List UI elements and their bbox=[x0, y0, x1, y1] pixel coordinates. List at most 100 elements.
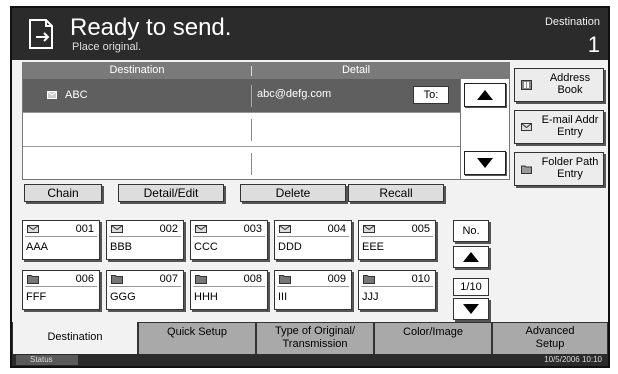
status-title: Ready to send. bbox=[70, 14, 232, 41]
one-touch-number: 001 bbox=[75, 223, 94, 235]
list-scroll-column bbox=[460, 79, 509, 179]
one-touch-divider bbox=[25, 236, 97, 237]
one-touch-name: III bbox=[278, 291, 288, 303]
folder-icon bbox=[195, 275, 207, 284]
one-touch-divider bbox=[25, 286, 97, 287]
row-detail: abc@defg.com bbox=[257, 88, 332, 100]
one-touch-name: GGG bbox=[110, 291, 136, 303]
one-touch-key[interactable]: 010 JJJ bbox=[358, 270, 436, 310]
tab-color-image[interactable]: Color/Image bbox=[374, 322, 492, 355]
one-touch-key[interactable]: 003 CCC bbox=[190, 220, 268, 260]
one-touch-divider bbox=[361, 286, 433, 287]
tab-advanced-line1: Advanced bbox=[525, 325, 575, 337]
one-touch-divider bbox=[361, 236, 433, 237]
one-touch-number: 003 bbox=[243, 223, 262, 235]
one-touch-key[interactable]: 007 GGG bbox=[106, 270, 184, 310]
list-scroll-up-button[interactable] bbox=[464, 83, 506, 107]
folder-icon bbox=[111, 275, 123, 284]
one-touch-name: EEE bbox=[362, 241, 385, 253]
one-touch-divider bbox=[109, 286, 181, 287]
address-book-button[interactable]: Address Book bbox=[514, 68, 604, 102]
one-touch-key[interactable]: 001 AAA bbox=[22, 220, 100, 260]
email-entry-label: E-mail Addr Entry bbox=[541, 114, 599, 138]
detail-edit-button[interactable]: Detail/Edit bbox=[118, 184, 224, 202]
destination-count: 1 bbox=[587, 32, 600, 57]
one-touch-number: 008 bbox=[243, 273, 262, 285]
one-touch-divider bbox=[109, 236, 181, 237]
recall-button[interactable]: Recall bbox=[348, 184, 444, 202]
one-touch-name: CCC bbox=[194, 241, 218, 253]
panel-screen: Ready to send. Place original. Destinati… bbox=[10, 6, 610, 368]
tab-type-line1: Type of Original/ bbox=[274, 325, 356, 337]
one-touch-divider bbox=[193, 286, 265, 287]
tab-advanced-line2: Setup bbox=[535, 338, 565, 350]
address-book-icon bbox=[521, 80, 532, 90]
delete-button[interactable]: Delete bbox=[240, 184, 346, 202]
header-bar: Ready to send. Place original. Destinati… bbox=[12, 8, 608, 60]
email-icon bbox=[521, 123, 532, 131]
date-time: 10/5/2006 10:10 bbox=[544, 355, 602, 364]
tab-quick-setup[interactable]: Quick Setup bbox=[138, 322, 256, 355]
down-arrow-icon bbox=[463, 304, 479, 314]
list-row[interactable] bbox=[23, 147, 460, 181]
one-touch-number: 007 bbox=[159, 273, 178, 285]
tab-advanced-setup[interactable]: Advanced Setup bbox=[492, 322, 608, 355]
address-book-label: Address Book bbox=[549, 72, 591, 96]
one-touch-key[interactable]: 005 EEE bbox=[358, 220, 436, 260]
destination-list: Destination Detail ABC abc@defg.com To: bbox=[22, 62, 510, 180]
one-touch-number: 004 bbox=[327, 223, 346, 235]
tab-type-of-original[interactable]: Type of Original/ Transmission bbox=[256, 322, 374, 355]
one-touch-name: HHH bbox=[194, 291, 218, 303]
folder-icon bbox=[279, 275, 291, 284]
tab-destination-label: Destination bbox=[47, 331, 103, 343]
column-detail: Detail bbox=[341, 64, 371, 76]
one-touch-key[interactable]: 006 FFF bbox=[22, 270, 100, 310]
number-button[interactable]: No. bbox=[453, 220, 489, 242]
down-arrow-icon bbox=[477, 158, 493, 168]
one-touch-number: 009 bbox=[327, 273, 346, 285]
tab-destination[interactable]: Destination bbox=[12, 322, 138, 356]
list-scroll-down-button[interactable] bbox=[464, 151, 506, 175]
page-up-button[interactable] bbox=[453, 246, 489, 268]
one-touch-key[interactable]: 002 BBB bbox=[106, 220, 184, 260]
email-icon bbox=[27, 225, 39, 233]
one-touch-divider bbox=[193, 236, 265, 237]
one-touch-key[interactable]: 008 HHH bbox=[190, 270, 268, 310]
one-touch-name: FFF bbox=[26, 291, 47, 303]
one-touch-name: BBB bbox=[110, 241, 133, 253]
email-icon bbox=[279, 225, 291, 233]
status-button[interactable]: Status bbox=[16, 355, 78, 365]
status-subtitle: Place original. bbox=[72, 41, 142, 53]
page-indicator: 1/10 bbox=[453, 278, 489, 296]
email-icon bbox=[195, 225, 207, 233]
one-touch-divider bbox=[277, 286, 349, 287]
email-icon bbox=[47, 91, 57, 99]
list-row[interactable]: ABC abc@defg.com To: bbox=[23, 79, 460, 113]
up-arrow-icon bbox=[463, 252, 479, 262]
list-header: Destination Detail bbox=[23, 63, 509, 79]
list-row[interactable] bbox=[23, 113, 460, 147]
chain-button[interactable]: Chain bbox=[24, 184, 102, 202]
status-bar: Status 10/5/2006 10:10 bbox=[12, 354, 608, 366]
email-icon bbox=[363, 225, 375, 233]
one-touch-number: 002 bbox=[159, 223, 178, 235]
one-touch-number: 005 bbox=[411, 223, 430, 235]
row-divider bbox=[251, 85, 252, 107]
tab-quick-setup-label: Quick Setup bbox=[167, 326, 227, 338]
row-name: ABC bbox=[65, 89, 88, 101]
tab-color-image-label: Color/Image bbox=[403, 326, 463, 338]
to-button[interactable]: To: bbox=[413, 86, 449, 104]
up-arrow-icon bbox=[477, 90, 493, 100]
folder-path-entry-label: Folder Path Entry bbox=[541, 156, 599, 180]
function-tabs: Destination Quick Setup Type of Original… bbox=[12, 322, 608, 356]
folder-icon bbox=[363, 275, 375, 284]
email-entry-button[interactable]: E-mail Addr Entry bbox=[514, 110, 604, 144]
one-touch-divider bbox=[277, 236, 349, 237]
one-touch-key[interactable]: 004 DDD bbox=[274, 220, 352, 260]
one-touch-name: DDD bbox=[278, 241, 302, 253]
one-touch-key[interactable]: 009 III bbox=[274, 270, 352, 310]
page-down-button[interactable] bbox=[453, 298, 489, 320]
column-destination: Destination bbox=[109, 64, 165, 76]
one-touch-number: 010 bbox=[411, 273, 430, 285]
folder-path-entry-button[interactable]: Folder Path Entry bbox=[514, 152, 604, 186]
